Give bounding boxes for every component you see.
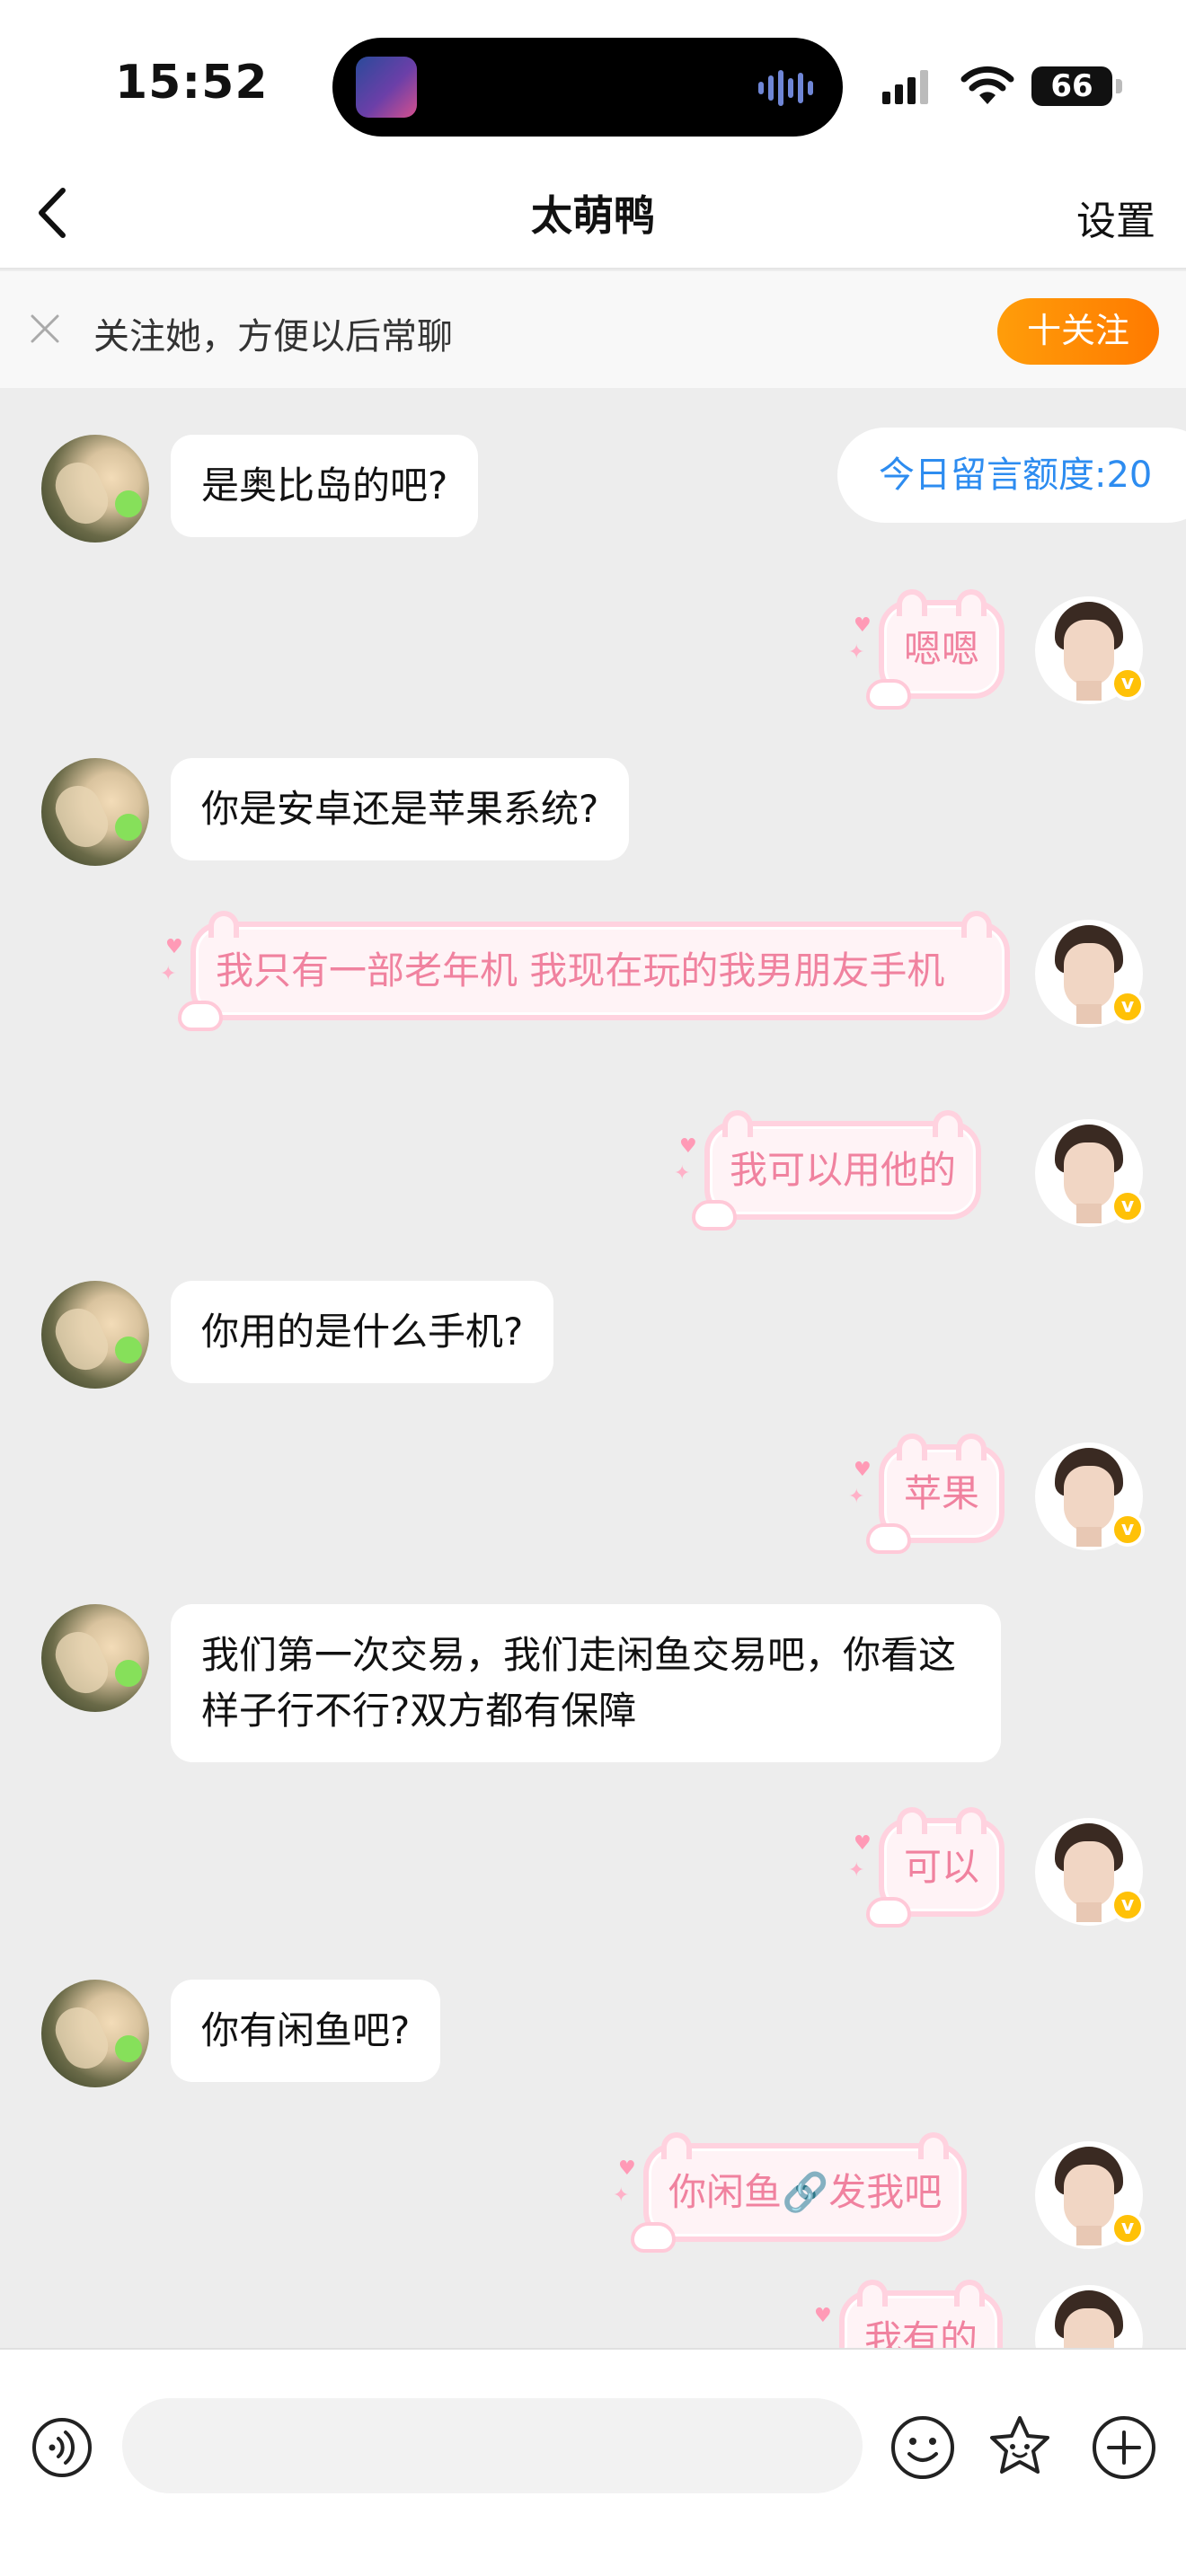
my-avatar[interactable]: v xyxy=(1035,1818,1145,1926)
bunny-decoration-icon xyxy=(178,1001,223,1031)
emoji-icon[interactable] xyxy=(890,2414,956,2481)
message-input[interactable] xyxy=(122,2398,863,2493)
online-leaf-badge xyxy=(115,1660,142,1687)
message-bubble-left: 我们第一次交易，我们走闲鱼交易吧，你看这样子行不行?双方都有保障 xyxy=(171,1604,1001,1762)
nav-bar: 太萌鸭 设置 xyxy=(0,162,1186,269)
wifi-icon xyxy=(960,66,1014,104)
message-text: 我可以用他的 xyxy=(730,1148,957,1192)
bunny-decoration-icon xyxy=(692,1200,737,1231)
bunny-decoration-icon xyxy=(631,2222,676,2253)
message-bubble-left: 你用的是什么手机? xyxy=(171,1281,554,1383)
settings-button[interactable]: 设置 xyxy=(1076,189,1155,246)
online-leaf-badge xyxy=(115,2035,142,2062)
status-bar: 15:52 66 xyxy=(0,0,1186,162)
input-bar xyxy=(0,2348,1186,2576)
verified-badge-icon: v xyxy=(1111,990,1145,1024)
my-avatar[interactable]: v xyxy=(1035,1119,1145,1227)
bunny-decoration-icon xyxy=(866,679,911,710)
message-bubble-right: ♥ ✦ 苹果 xyxy=(848,1434,1005,1554)
sparkle-icon: ✦ xyxy=(848,641,865,664)
battery-icon: 66 xyxy=(1031,66,1112,106)
message-bubble-left: 是奥比岛的吧? xyxy=(171,435,479,537)
my-avatar[interactable]: v xyxy=(1035,1442,1145,1550)
contact-avatar[interactable] xyxy=(41,1980,149,2087)
chat-title: 太萌鸭 xyxy=(531,191,655,240)
follow-banner: 关注她，方便以后常聊 十关注 xyxy=(0,271,1186,388)
message-text: 你闲鱼🔗发我吧 xyxy=(668,2170,943,2214)
message-bubble-right: ♥ ✦ 你闲鱼🔗发我吧 xyxy=(613,2132,968,2253)
message-bubble-right: ♥ ✦ 可以 xyxy=(848,1807,1005,1928)
message-text: 苹果 xyxy=(904,1471,980,1515)
contact-avatar[interactable] xyxy=(41,1604,149,1712)
battery-tip xyxy=(1116,79,1122,93)
sparkle-icon: ✦ xyxy=(674,1162,691,1185)
verified-badge-icon: v xyxy=(1111,666,1145,701)
online-leaf-badge xyxy=(115,1337,142,1363)
message-text: 我只有一部老年机 我现在玩的我男朋友手机 xyxy=(216,948,945,992)
sticker-icon[interactable] xyxy=(985,2413,1055,2483)
sparkle-icon: ✦ xyxy=(613,2184,630,2207)
message-bubble-right: ♥ ✦ 嗯嗯 xyxy=(848,589,1005,710)
follow-button[interactable]: 十关注 xyxy=(997,298,1159,365)
message-quota-badge: 今日留言额度:20 xyxy=(837,428,1186,523)
contact-avatar[interactable] xyxy=(41,1281,149,1389)
dynamic-island[interactable] xyxy=(332,38,843,137)
audio-wave-icon xyxy=(758,68,816,108)
verified-badge-icon: v xyxy=(1111,2211,1145,2245)
status-time: 15:52 xyxy=(115,56,269,110)
voice-input-icon[interactable] xyxy=(31,2416,93,2479)
online-leaf-badge xyxy=(115,814,142,841)
message-text: 嗯嗯 xyxy=(904,627,980,671)
message-bubble-left: 你是安卓还是苹果系统? xyxy=(171,758,630,860)
sparkle-icon: ✦ xyxy=(160,963,177,985)
sparkle-icon: ✦ xyxy=(848,1859,865,1882)
sparkle-icon: ✦ xyxy=(848,1486,865,1508)
verified-badge-icon: v xyxy=(1111,1888,1145,1922)
bunny-decoration-icon xyxy=(866,1523,911,1554)
cellular-signal-icon xyxy=(882,68,928,104)
bunny-decoration-icon xyxy=(866,1897,911,1928)
contact-avatar[interactable] xyxy=(41,758,149,866)
my-avatar[interactable]: v xyxy=(1035,2141,1145,2249)
online-leaf-badge xyxy=(115,490,142,517)
message-bubble-left: 你有闲鱼吧? xyxy=(171,1980,441,2082)
follow-hint-text: 关注她，方便以后常聊 xyxy=(93,316,453,357)
message-text: 可以 xyxy=(904,1845,980,1889)
heart-icon: ♥ xyxy=(814,2305,832,2327)
plus-icon[interactable] xyxy=(1091,2414,1157,2481)
close-icon[interactable] xyxy=(27,311,63,347)
my-avatar[interactable]: v xyxy=(1035,596,1145,704)
now-playing-app-icon xyxy=(356,57,417,118)
message-bubble-right: ♥ ✦ 我可以用他的 xyxy=(674,1110,982,1231)
message-bubble-right: ♥ ✦ 我只有一部老年机 我现在玩的我男朋友手机 xyxy=(160,911,1010,1031)
contact-avatar[interactable] xyxy=(41,435,149,543)
verified-badge-icon: v xyxy=(1111,1189,1145,1223)
verified-badge-icon: v xyxy=(1111,1513,1145,1547)
my-avatar[interactable]: v xyxy=(1035,920,1145,1028)
